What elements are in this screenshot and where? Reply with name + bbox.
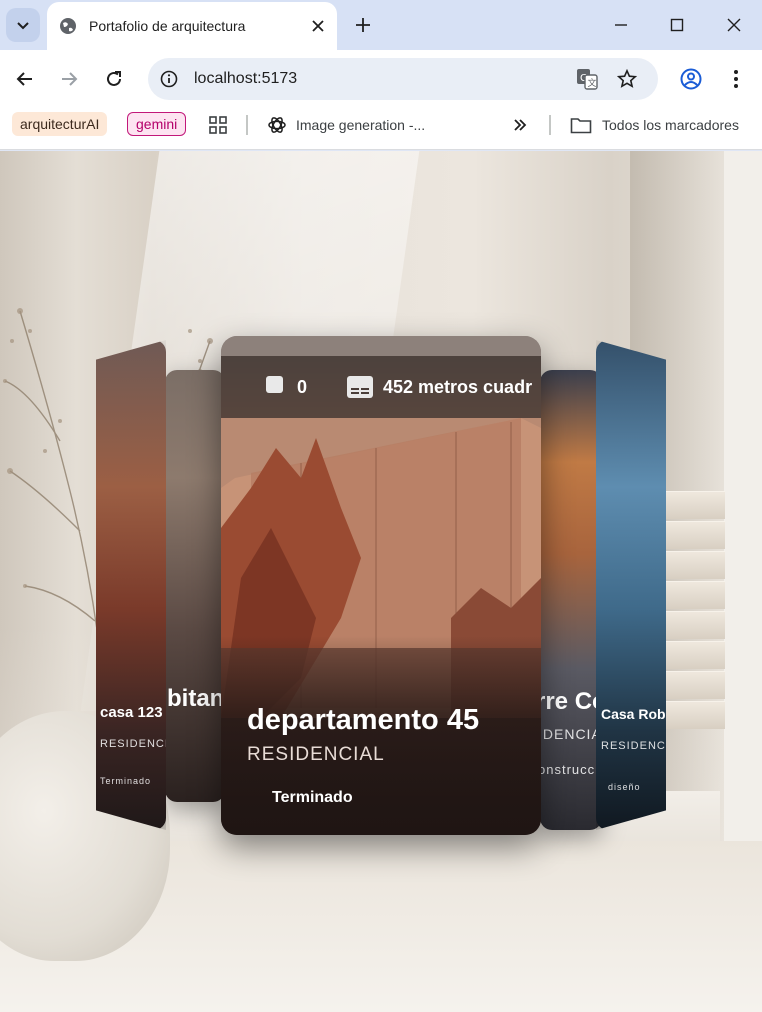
reload-icon <box>107 71 121 86</box>
apps-grid-icon <box>209 116 227 134</box>
card-title: bitan <box>167 685 225 712</box>
back-button[interactable] <box>10 64 40 94</box>
card-category: RESIDENCIAL <box>601 740 666 752</box>
bookmarks-bar: arquitecturAI gemini Image generation -.… <box>0 108 762 150</box>
address-bar[interactable]: localhost:5173 G文 <box>148 58 658 100</box>
carousel-card-right-front[interactable]: Casa Roble RESIDENCIAL diseño <box>596 340 666 830</box>
menu-button[interactable] <box>721 64 751 94</box>
forward-button[interactable] <box>54 64 84 94</box>
close-icon[interactable] <box>311 19 325 33</box>
bookmarks-divider <box>549 115 551 135</box>
arrow-right-icon <box>62 72 78 86</box>
card-stats-bar: 0 452 metros cuadr <box>221 356 541 418</box>
carousel-card-active[interactable]: 0 452 metros cuadr departamento 45 RESID… <box>221 336 541 835</box>
tab-strip: Portafolio de arquitectura <box>0 0 762 50</box>
carousel-card-left-front[interactable]: casa 123 RESIDENCIAL Terminado <box>96 340 166 830</box>
bookmarks-divider <box>246 115 248 135</box>
area-icon <box>347 376 373 398</box>
close-icon <box>727 18 741 32</box>
more-bookmarks-button[interactable] <box>512 112 528 138</box>
carousel-card-left-back[interactable]: bitan <box>165 370 225 802</box>
card-status: Terminado <box>100 776 152 786</box>
tab-active[interactable]: Portafolio de arquitectura <box>47 2 337 50</box>
apps-button[interactable] <box>208 112 228 138</box>
chevron-down-icon <box>17 22 29 30</box>
card-title: casa 123 <box>100 704 163 721</box>
close-window-button[interactable] <box>719 10 749 40</box>
bookmark-gemini[interactable]: gemini <box>127 112 187 136</box>
square-icon <box>266 376 283 393</box>
card-title: departamento 45 <box>247 704 480 736</box>
maximize-button[interactable] <box>662 10 692 40</box>
card-top-band <box>221 336 541 356</box>
toolbar: localhost:5173 G文 <box>0 50 762 108</box>
info-icon <box>160 70 178 88</box>
site-info-button[interactable] <box>156 66 182 92</box>
card-title: Casa Roble <box>601 706 666 722</box>
openai-icon <box>268 117 286 133</box>
bookmark-arquitecturai[interactable]: arquitecturAI <box>12 112 108 136</box>
all-bookmarks-label: Todos los marcadores <box>602 117 739 133</box>
folder-icon <box>570 118 592 134</box>
card-category: RESIDENCIAL <box>100 738 166 750</box>
card-area: 452 metros cuadr <box>383 377 533 397</box>
plus-icon <box>356 18 370 32</box>
tab-search-button[interactable] <box>6 8 40 42</box>
svg-text:文: 文 <box>588 77 597 89</box>
carousel-card-right-back[interactable]: rre Co IDENCIA onstrucció <box>540 370 602 830</box>
more-vertical-icon <box>734 70 738 88</box>
new-tab-button[interactable] <box>348 10 378 40</box>
maximize-icon <box>670 18 684 32</box>
card-status: diseño <box>608 782 641 792</box>
bookmark-star-button[interactable] <box>614 66 640 92</box>
translate-icon: G文 <box>577 69 598 90</box>
bookmark-image-generation-label: Image generation -... <box>296 117 426 133</box>
card-status: Terminado <box>272 789 353 806</box>
all-bookmarks-button[interactable]: Todos los marcadores <box>570 112 739 138</box>
minimize-button[interactable] <box>606 10 636 40</box>
profile-button[interactable] <box>676 64 706 94</box>
reload-button[interactable] <box>99 64 129 94</box>
star-icon <box>617 69 637 88</box>
card-category: RESIDENCIAL <box>247 744 385 765</box>
profile-icon <box>680 68 702 90</box>
globe-icon <box>60 18 76 34</box>
card-title: rre Co <box>540 688 602 715</box>
url-text[interactable]: localhost:5173 <box>194 70 297 88</box>
card-category: IDENCIA <box>540 726 602 742</box>
bookmark-image-generation[interactable]: Image generation -... <box>266 112 425 138</box>
tab-title: Portafolio de arquitectura <box>89 18 246 34</box>
translate-button[interactable]: G文 <box>574 66 600 92</box>
card-status: onstrucció <box>540 762 602 777</box>
card-count: 0 <box>297 377 308 397</box>
minimize-icon <box>615 24 627 26</box>
arrow-left-icon <box>16 72 32 86</box>
double-chevron-right-icon <box>514 119 527 131</box>
